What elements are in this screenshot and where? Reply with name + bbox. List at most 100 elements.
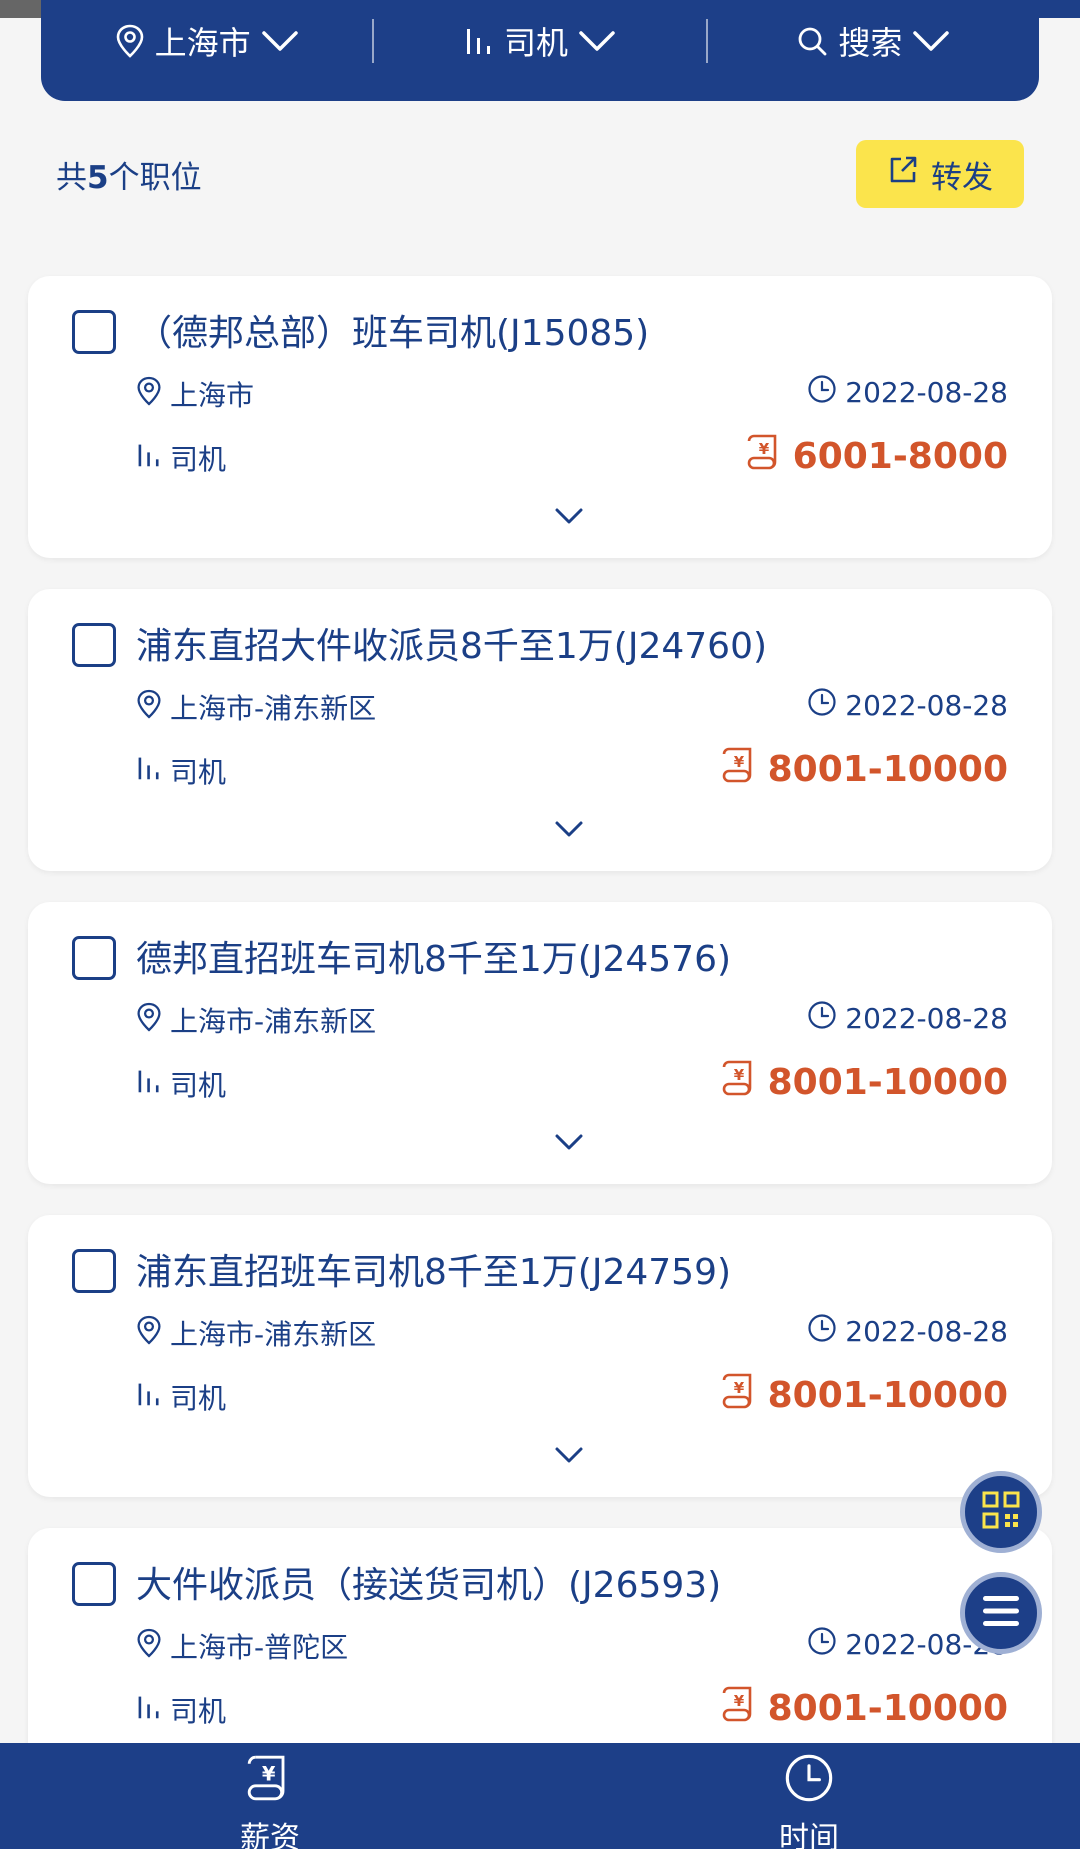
location-pin-icon — [136, 689, 162, 726]
job-checkbox[interactable] — [72, 1249, 116, 1293]
job-card[interactable]: 浦东直招班车司机8千至1万(J24759) 上海市-浦东新区 2022-08-2… — [28, 1215, 1052, 1497]
job-category-text: 司机 — [170, 1695, 227, 1728]
job-salary-text: 8001-10000 — [767, 1688, 1008, 1729]
filter-category[interactable]: 司机 — [374, 0, 705, 101]
job-card[interactable]: （德邦总部）班车司机(J15085) 上海市 2022-08-28 司机 ¥ 6… — [28, 276, 1052, 558]
expand-chevron-icon[interactable] — [554, 819, 584, 843]
job-count-suffix: 个职位 — [108, 160, 202, 196]
share-button[interactable]: 转发 — [856, 140, 1024, 208]
clock-icon — [807, 1000, 837, 1037]
filter-category-label: 司机 — [503, 23, 568, 62]
salary-scroll-icon: ¥ — [720, 1684, 760, 1733]
expand-chevron-icon[interactable] — [554, 1445, 584, 1469]
job-location: 上海市-普陀区 — [136, 1626, 348, 1666]
job-checkbox[interactable] — [72, 1562, 116, 1606]
filter-bar: 上海市 司机 搜索 — [41, 0, 1039, 101]
job-location: 上海市-浦东新区 — [136, 1000, 376, 1040]
job-location-text: 上海市-浦东新区 — [170, 692, 377, 725]
job-title[interactable]: （德邦总部）班车司机(J15085) — [136, 304, 649, 356]
job-checkbox[interactable] — [72, 623, 116, 667]
search-icon — [796, 25, 828, 57]
bar-chart-icon — [136, 1067, 162, 1102]
job-salary-text: 8001-10000 — [767, 749, 1008, 790]
job-category: 司机 — [136, 1064, 226, 1104]
job-salary: ¥ 8001-10000 — [720, 1058, 1008, 1107]
job-category-text: 司机 — [170, 756, 227, 789]
job-count-number: 5 — [87, 160, 109, 196]
bar-chart-icon — [136, 754, 162, 789]
job-category: 司机 — [136, 1690, 226, 1730]
job-date-text: 2022-08-28 — [845, 1002, 1008, 1035]
job-date-text: 2022-08-28 — [845, 376, 1008, 409]
clock-icon — [807, 687, 837, 724]
share-icon — [887, 154, 919, 194]
job-card[interactable]: 浦东直招大件收派员8千至1万(J24760) 上海市-浦东新区 2022-08-… — [28, 589, 1052, 871]
clock-icon — [807, 1626, 837, 1663]
chevron-down-icon — [912, 29, 950, 53]
bar-chart-icon — [136, 1693, 162, 1728]
job-location-text: 上海市-浦东新区 — [170, 1005, 377, 1038]
expand-chevron-icon[interactable] — [554, 1132, 584, 1156]
job-salary: ¥ 6001-8000 — [745, 432, 1008, 481]
job-title[interactable]: 德邦直招班车司机8千至1万(J24576) — [136, 930, 731, 982]
job-date: 2022-08-28 — [807, 1313, 1008, 1350]
job-date-text: 2022-08-28 — [845, 689, 1008, 722]
status-strip-left — [0, 0, 42, 18]
job-category-text: 司机 — [170, 1069, 227, 1102]
chevron-down-icon — [578, 29, 616, 53]
job-location-text: 上海市-普陀区 — [170, 1631, 349, 1664]
job-date: 2022-08-28 — [807, 687, 1008, 724]
salary-scroll-icon: ¥ — [720, 1371, 760, 1420]
job-location-text: 上海市 — [170, 379, 255, 412]
svg-text:¥: ¥ — [733, 753, 744, 771]
salary-scroll-icon: ¥ — [720, 745, 760, 794]
bar-chart-icon — [136, 441, 162, 476]
location-pin-icon — [115, 24, 145, 58]
salary-scroll-icon: ¥ — [745, 432, 785, 481]
chevron-down-icon — [261, 29, 299, 53]
clock-icon — [807, 374, 837, 411]
filter-search-label: 搜索 — [838, 23, 903, 62]
nav-time[interactable]: 时间 — [709, 1743, 909, 1849]
clock-icon — [783, 1751, 835, 1813]
expand-chevron-icon[interactable] — [554, 506, 584, 530]
job-checkbox[interactable] — [72, 936, 116, 980]
job-salary: ¥ 8001-10000 — [720, 1684, 1008, 1733]
job-category: 司机 — [136, 751, 226, 791]
filter-city-label: 上海市 — [154, 23, 251, 62]
qr-code-icon — [981, 1490, 1021, 1534]
clock-icon — [807, 1313, 837, 1350]
filter-city[interactable]: 上海市 — [41, 0, 372, 101]
job-category-text: 司机 — [170, 443, 227, 476]
job-card[interactable]: 德邦直招班车司机8千至1万(J24576) 上海市-浦东新区 2022-08-2… — [28, 902, 1052, 1184]
bar-chart-icon — [136, 1380, 162, 1415]
salary-scroll-icon: ¥ — [244, 1751, 296, 1813]
menu-icon — [981, 1594, 1021, 1632]
job-date: 2022-08-28 — [807, 1000, 1008, 1037]
nav-salary[interactable]: ¥ 薪资 — [170, 1743, 370, 1849]
job-title[interactable]: 浦东直招班车司机8千至1万(J24759) — [136, 1243, 731, 1295]
nav-time-label: 时间 — [779, 1821, 839, 1849]
svg-text:¥: ¥ — [733, 1379, 744, 1397]
job-category: 司机 — [136, 1377, 226, 1417]
job-checkbox[interactable] — [72, 310, 116, 354]
nav-salary-label: 薪资 — [240, 1821, 300, 1849]
job-count: 共5个职位 — [56, 152, 202, 197]
status-strip-right — [1038, 0, 1080, 18]
job-location-text: 上海市-浦东新区 — [170, 1318, 377, 1351]
job-salary-text: 8001-10000 — [767, 1375, 1008, 1416]
location-pin-icon — [136, 1315, 162, 1352]
job-title[interactable]: 大件收派员（接送货司机）(J26593) — [136, 1556, 721, 1608]
job-location: 上海市-浦东新区 — [136, 1313, 376, 1353]
salary-scroll-icon: ¥ — [720, 1058, 760, 1107]
qr-code-button[interactable] — [960, 1471, 1042, 1553]
svg-text:¥: ¥ — [733, 1066, 744, 1084]
location-pin-icon — [136, 376, 162, 413]
job-date: 2022-08-28 — [807, 374, 1008, 411]
location-pin-icon — [136, 1002, 162, 1039]
job-salary: ¥ 8001-10000 — [720, 745, 1008, 794]
filter-search[interactable]: 搜索 — [708, 0, 1039, 101]
bottom-nav: ¥ 薪资 时间 — [0, 1743, 1080, 1849]
job-title[interactable]: 浦东直招大件收派员8千至1万(J24760) — [136, 617, 767, 669]
menu-button[interactable] — [960, 1572, 1042, 1654]
